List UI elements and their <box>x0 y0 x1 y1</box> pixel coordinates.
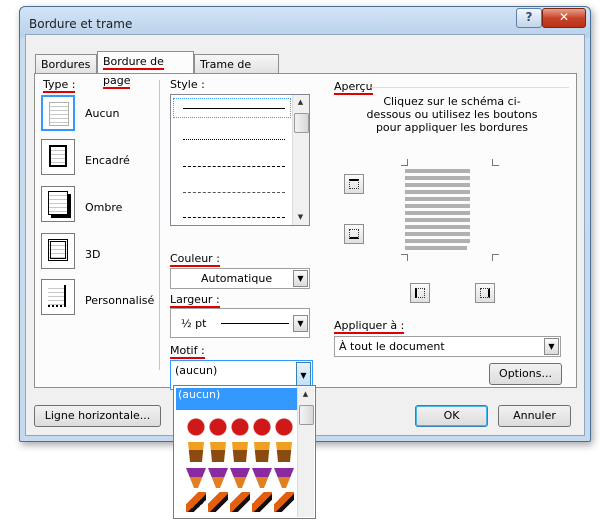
appliquer-label: Appliquer à : <box>334 319 405 334</box>
appliquer-value: À tout le document <box>339 340 445 353</box>
close-button[interactable]: ✕ <box>542 8 586 28</box>
appliquer-select[interactable]: À tout le document ▼ <box>334 336 561 357</box>
icecream-icon <box>274 468 294 488</box>
preset-3d-label: 3D <box>85 248 101 261</box>
border-bottom-button[interactable] <box>344 224 364 244</box>
style-dashed-line[interactable] <box>183 166 285 167</box>
dialog-window: Bordure et trame ? ✕ Bordures Bordure de… <box>19 6 591 442</box>
scroll-down-icon[interactable]: ▼ <box>293 210 308 225</box>
icecream-icon <box>208 468 228 488</box>
preset-3d-icon[interactable] <box>41 233 75 269</box>
tab-trame-de-fond[interactable]: Trame de fond <box>194 54 279 90</box>
candy-icon <box>230 492 250 512</box>
chevron-down-icon[interactable]: ▼ <box>293 270 308 287</box>
style-dash-dot-line[interactable] <box>183 217 285 218</box>
candy-icon <box>274 492 294 512</box>
icecream-icon <box>186 468 206 488</box>
tab-bordure-de-page[interactable]: Bordure de page <box>97 51 194 89</box>
style-solid-line[interactable] <box>183 108 285 109</box>
cake-icon <box>188 442 204 462</box>
candy-icon <box>252 492 272 512</box>
icecream-icon <box>252 468 272 488</box>
preview-page[interactable] <box>401 159 499 261</box>
cake-icon <box>276 442 292 462</box>
dialog-client: Bordures Bordure de page Trame de fond T… <box>25 34 585 436</box>
apple-icon <box>208 416 228 436</box>
scroll-thumb[interactable] <box>294 113 309 133</box>
motif-option-apples[interactable] <box>186 416 294 436</box>
border-bottom-icon <box>349 229 359 239</box>
largeur-value: ½ pt <box>181 317 207 330</box>
scroll-up-icon[interactable]: ▲ <box>293 95 308 110</box>
motif-label: Motif : <box>170 344 205 359</box>
motif-list-scrollbar[interactable]: ▲ <box>297 387 314 517</box>
couleur-select[interactable]: Automatique ▼ <box>170 268 310 289</box>
apercu-rule <box>371 87 569 88</box>
couleur-value: Automatique <box>201 272 273 285</box>
horizontal-line-button[interactable]: Ligne horizontale... <box>34 405 161 427</box>
motif-option-cakes[interactable] <box>186 442 294 462</box>
tab-bordures[interactable]: Bordures <box>35 54 97 73</box>
border-right-button[interactable] <box>475 283 495 303</box>
apercu-hint: Cliquez sur le schéma ci-dessous ou util… <box>366 95 538 134</box>
type-label: Type : <box>43 78 76 93</box>
apple-icon <box>252 416 272 436</box>
tab-panel: Type : Aucun Encadré Ombre 3D Personnali… <box>34 73 577 390</box>
motif-dropdown-list[interactable]: (aucun) ▲ <box>173 385 316 519</box>
style-listbox[interactable]: ▲ ▼ <box>170 94 310 226</box>
style-dotted-line[interactable] <box>183 139 285 140</box>
preset-ombre-label: Ombre <box>85 201 123 214</box>
preset-aucun-label: Aucun <box>85 107 120 120</box>
border-top-icon <box>349 179 359 189</box>
preset-encadre-label: Encadré <box>85 154 130 167</box>
help-button[interactable]: ? <box>516 8 542 28</box>
preset-encadre-icon[interactable] <box>41 139 75 175</box>
style-long-dash-line[interactable] <box>183 192 285 193</box>
options-button[interactable]: Options... <box>489 363 562 385</box>
preset-personnalise-label: Personnalisé <box>85 294 155 307</box>
cake-icon <box>232 442 248 462</box>
candy-icon <box>208 492 228 512</box>
ok-button[interactable]: OK <box>415 405 488 427</box>
largeur-label: Largeur : <box>170 293 220 308</box>
motif-value: (aucun) <box>175 364 218 377</box>
icecream-icon <box>230 468 250 488</box>
window-title: Bordure et trame <box>29 17 133 31</box>
preset-personnalise-icon[interactable] <box>41 279 75 315</box>
chevron-down-icon[interactable]: ▼ <box>293 315 308 332</box>
border-right-icon <box>480 288 490 298</box>
border-top-button[interactable] <box>344 174 364 194</box>
apple-icon <box>230 416 250 436</box>
couleur-label: Couleur : <box>170 252 220 267</box>
chevron-down-icon[interactable]: ▼ <box>544 338 559 355</box>
motif-option-aucun[interactable]: (aucun) <box>176 388 297 410</box>
separator <box>159 80 160 370</box>
cake-icon <box>210 442 226 462</box>
largeur-line-sample <box>221 323 289 324</box>
motif-option-candy[interactable] <box>186 492 294 512</box>
border-left-icon <box>415 288 425 298</box>
cancel-button[interactable]: Annuler <box>498 405 571 427</box>
motif-option-icecream[interactable] <box>186 468 294 488</box>
preset-aucun-icon[interactable] <box>41 95 75 131</box>
style-scrollbar[interactable]: ▲ ▼ <box>292 95 309 225</box>
largeur-select[interactable]: ½ pt ▼ <box>170 308 310 338</box>
apple-icon <box>274 416 294 436</box>
style-label: Style : <box>170 78 205 91</box>
apple-icon <box>186 416 206 436</box>
apercu-label: Aperçu <box>334 80 373 95</box>
preset-ombre-icon[interactable] <box>41 186 75 222</box>
border-left-button[interactable] <box>410 283 430 303</box>
scroll-thumb[interactable] <box>299 405 314 425</box>
scroll-up-icon[interactable]: ▲ <box>298 387 313 402</box>
candy-icon <box>186 492 206 512</box>
cake-icon <box>254 442 270 462</box>
